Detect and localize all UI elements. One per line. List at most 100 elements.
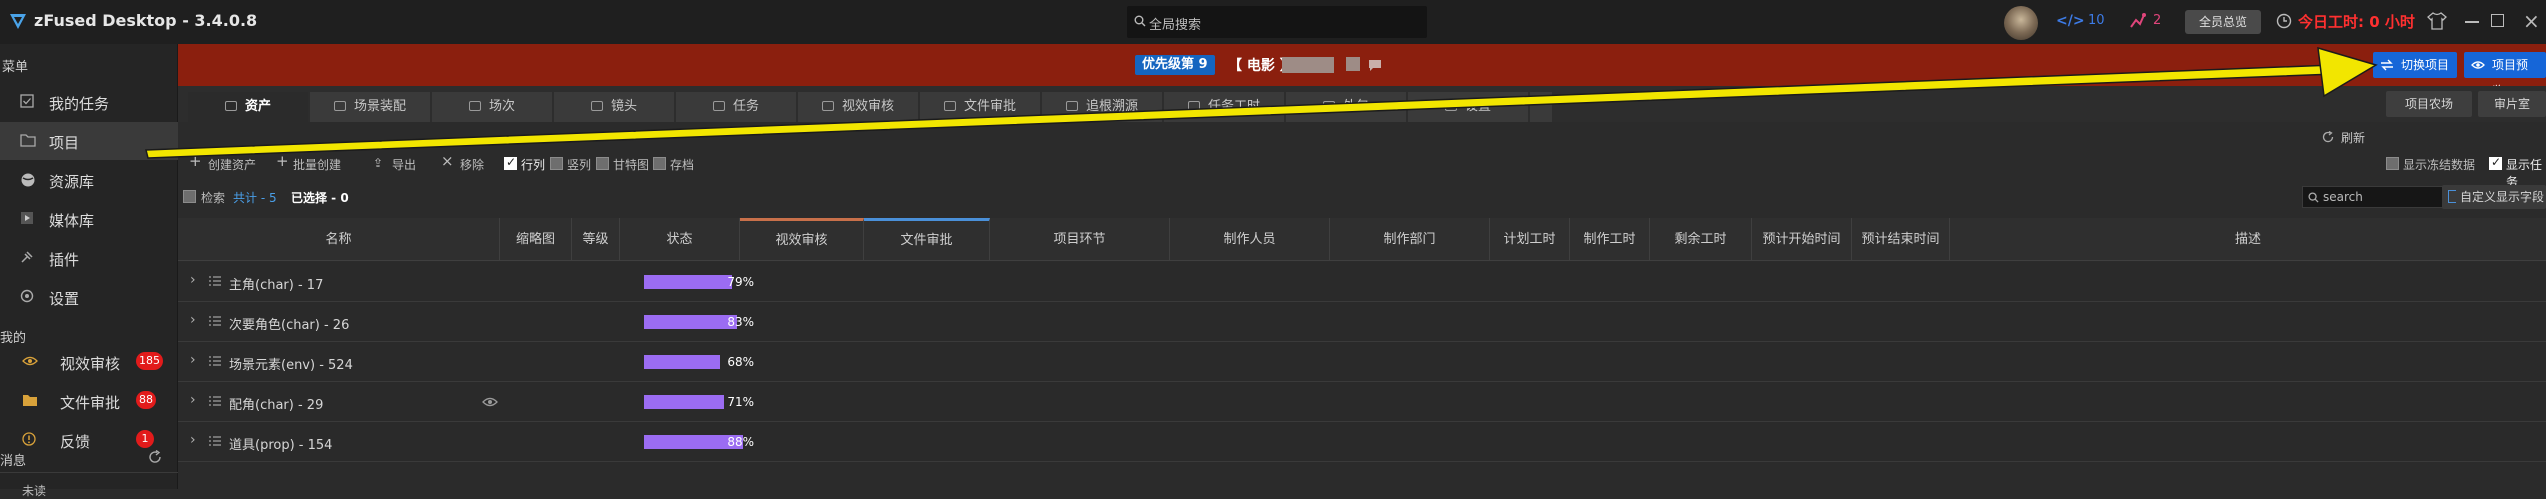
tab-shots[interactable]: 镜头 [554,92,674,122]
create-asset-button[interactable]: 创建资产 [208,156,256,173]
screening-room-button[interactable]: 审片室 [2478,91,2546,117]
tab-vfx-review[interactable]: 视效审核 [798,92,918,122]
messages-filter[interactable]: 未读 [22,482,46,499]
column-header-vfx-review[interactable]: 视效审核 [740,218,864,261]
refresh-icon[interactable] [2322,131,2334,143]
column-header-planned-hours[interactable]: 计划工时 [1490,218,1570,261]
tab-task-hours[interactable]: 任务工时 [1164,92,1284,122]
switch-project-label: 切换项目 [2401,58,2450,72]
column-header-pipeline-step[interactable]: 项目环节 [990,218,1170,261]
status-progress-bar: 83% [644,315,756,329]
column-header-description[interactable]: 描述 [1950,218,2546,261]
expand-chevron-icon[interactable]: › [190,272,196,288]
refresh-icon[interactable] [148,450,162,464]
tab-settings[interactable]: 设置 [1408,92,1528,122]
tab-label: 外包 [1342,99,1369,114]
filter-label: 检索 [201,191,226,205]
project-banner: 优先级第 9 【 电影 】 切换项目 项目预览 [178,44,2546,98]
show-frozen-checkbox[interactable] [2386,157,2399,170]
project-preview-button[interactable]: 项目预览 [2464,52,2546,98]
sidebar-item-vfx-review[interactable]: 视效审核 185 [0,343,178,381]
task-icon[interactable] [2128,11,2148,31]
sidebar-item-plugins[interactable]: 插件 [0,239,178,277]
status-progress-bar: 88% [644,435,756,449]
tab-file-approval[interactable]: 文件审批 [920,92,1040,122]
column-header-remaining-hours[interactable]: 剩余工时 [1650,218,1752,261]
tab-sequences[interactable]: 场次 [432,92,552,122]
column-header-thumbnail[interactable]: 缩略图 [500,218,572,261]
user-avatar[interactable] [2004,6,2038,40]
expand-chevron-icon[interactable]: › [190,312,196,328]
sidebar-messages-heading: 消息 [0,454,27,469]
tab-more[interactable] [1530,92,1552,122]
column-header-department[interactable]: 制作部门 [1330,218,1490,261]
sidebar-item-project[interactable]: 项目 [0,122,178,160]
column-header-work-hours[interactable]: 制作工时 [1570,218,1650,261]
sidebar-item-label: 视效审核 [60,355,121,373]
view-list-checkbox[interactable] [504,155,517,170]
expand-chevron-icon[interactable]: › [190,432,196,448]
table-row[interactable]: › 场景元素(env) - 524 68% [178,342,2546,382]
bracket-icon [2448,190,2456,203]
divider [0,472,178,473]
sidebar-item-my-tasks[interactable]: 我的任务 [0,83,178,121]
sidebar-item-file-approval[interactable]: 文件审批 88 [0,382,178,420]
tab-scene-assembly[interactable]: 场景装配 [310,92,430,122]
show-tasks-checkbox[interactable] [2489,155,2502,170]
remove-button[interactable]: 移除 [460,156,484,173]
column-header-status[interactable]: 状态 [620,218,740,261]
sidebar-item-resource-library[interactable]: 资源库 [0,161,178,199]
status-progress-fill [644,355,721,369]
media-icon [20,211,34,225]
table-row[interactable]: › 主角(char) - 17 79% [178,262,2546,302]
tab-label: 任务 [732,99,759,114]
sidebar: 菜单 我的任务 项目 资源库 媒体库 插件 设置 我的 视效审核 185 文件审… [0,44,178,498]
sidebar-item-settings[interactable]: 设置 [0,278,178,316]
tab-label: 场次 [488,99,515,114]
project-farm-button[interactable]: 项目农场 [2386,91,2472,117]
skin-icon[interactable] [2427,12,2447,30]
sidebar-item-media-library[interactable]: 媒体库 [0,200,178,238]
project-code-redacted [1346,57,1360,71]
asset-icon [224,101,237,111]
global-search-input[interactable]: 全局搜索 [1127,6,1427,38]
global-search-placeholder: 全局搜索 [1149,18,1202,33]
status-progress-label: 88% [727,435,754,449]
view-gantt-checkbox[interactable] [596,157,609,170]
all-overview-button[interactable]: 全员总览 [2185,10,2261,34]
archive-checkbox[interactable] [653,157,666,170]
minimize-icon[interactable] [2465,21,2479,23]
code-icon[interactable]: </> [2056,13,2085,29]
export-button[interactable]: 导出 [392,156,416,173]
close-icon[interactable]: × [2523,9,2540,33]
filter-checkbox[interactable] [183,190,196,203]
maximize-icon[interactable] [2491,14,2504,27]
column-header-level[interactable]: 等级 [572,218,620,261]
tab-label: 资产 [244,99,271,114]
expand-chevron-icon[interactable]: › [190,352,196,368]
table-row[interactable]: › 配角(char) - 29 71% [178,382,2546,422]
status-progress-fill [644,395,724,409]
column-header-est-end[interactable]: 预计结束时间 [1852,218,1950,261]
column-header-est-start[interactable]: 预计开始时间 [1752,218,1852,261]
tabs-bar: 资产 场景装配 场次 镜头 任务 视效审核 文件审批 追根溯源 任务工时 外包 … [178,86,2546,122]
tab-assets[interactable]: 资产 [188,92,308,122]
tab-tasks[interactable]: 任务 [676,92,796,122]
column-header-producer[interactable]: 制作人员 [1170,218,1330,261]
view-vertical-checkbox[interactable] [550,157,563,170]
show-frozen-label: 显示冻结数据 [2403,158,2476,172]
custom-fields-button[interactable]: 自定义显示字段 [2442,185,2546,209]
expand-chevron-icon[interactable]: › [190,392,196,408]
tab-outsource[interactable]: 外包 [1286,92,1406,122]
refresh-label[interactable]: 刷新 [2341,129,2365,146]
table-row[interactable]: › 道具(prop) - 154 88% [178,422,2546,462]
eye-icon[interactable] [482,396,498,408]
column-header-name[interactable]: 名称 [178,218,500,261]
sidebar-item-label: 设置 [49,290,80,308]
switch-project-button[interactable]: 切换项目 [2373,52,2458,78]
tab-trace-source[interactable]: 追根溯源 [1042,92,1162,122]
table-row[interactable]: › 次要角色(char) - 26 83% [178,302,2546,342]
chat-icon[interactable] [1368,58,1382,72]
column-header-file-approval[interactable]: 文件审批 [864,218,990,261]
batch-create-button[interactable]: 批量创建 [293,156,341,173]
